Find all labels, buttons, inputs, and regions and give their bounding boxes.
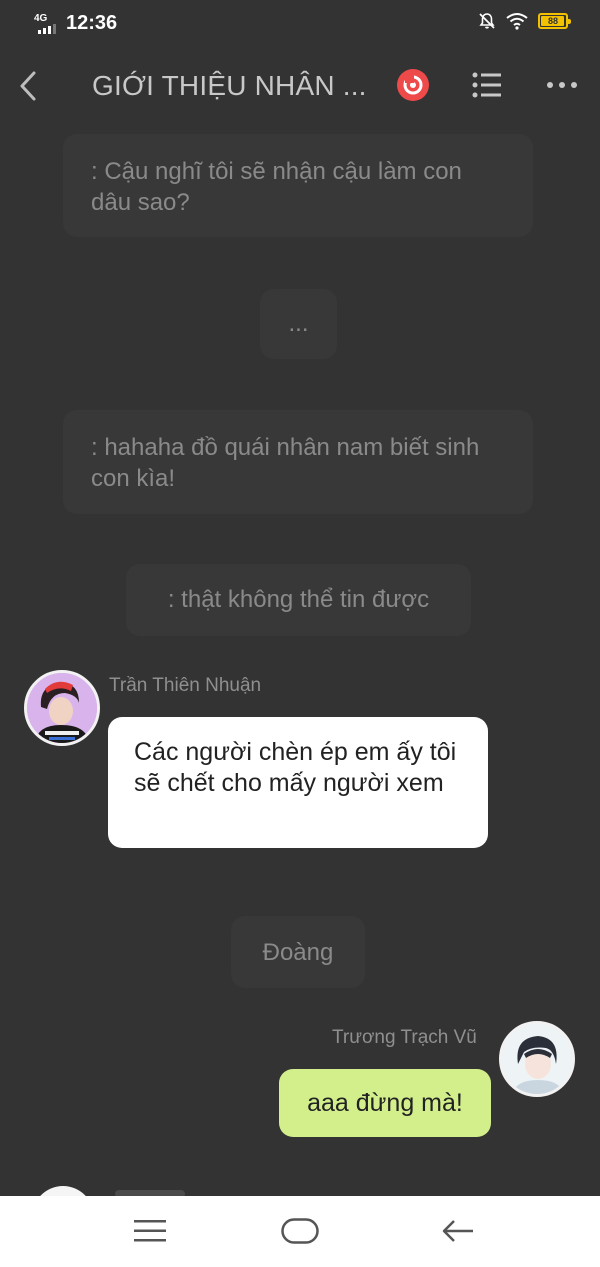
status-bar: 4G 12:36 88 bbox=[0, 0, 600, 48]
top-bar: GIỚI THIỆU NHÂN ... bbox=[0, 48, 600, 122]
narration-bubble: ... bbox=[260, 289, 337, 359]
narration-bubble: : hahaha đồ quái nhân nam biết sinh con … bbox=[63, 410, 533, 514]
more-button[interactable] bbox=[542, 68, 582, 102]
narration-text: ... bbox=[288, 310, 309, 337]
character-portrait bbox=[27, 673, 97, 743]
status-time: 12:36 bbox=[66, 12, 118, 34]
narration-text: : hahaha đồ quái nhân nam biết sinh con … bbox=[91, 434, 480, 492]
menu-icon bbox=[134, 1220, 166, 1242]
character-name: Trương Trạch Vũ bbox=[332, 1027, 477, 1048]
narration-bubble: Đoàng bbox=[231, 916, 365, 988]
back-arrow-icon bbox=[442, 1220, 473, 1242]
narration-bubble: : Cậu nghĩ tôi sẽ nhận cậu làm con dâu s… bbox=[63, 134, 533, 237]
status-left: 4G 12:36 bbox=[34, 12, 117, 35]
page-title: GIỚI THIỆU NHÂN ... bbox=[92, 70, 367, 101]
back-icon bbox=[20, 71, 36, 101]
message-text: aaa đừng mà! bbox=[307, 1089, 463, 1117]
menu-button[interactable] bbox=[120, 1206, 180, 1256]
home-button[interactable] bbox=[270, 1206, 330, 1256]
character-message-bubble: Các người chèn ép em ấy tôi sẽ chết cho … bbox=[108, 717, 488, 848]
system-nav-bar bbox=[0, 1196, 600, 1267]
avatar[interactable] bbox=[24, 670, 100, 746]
network-type: 4G bbox=[34, 12, 48, 24]
wifi-icon bbox=[506, 13, 528, 30]
signal-icon: 4G bbox=[34, 13, 60, 35]
back-button[interactable] bbox=[10, 66, 46, 106]
narration-text: : thật không thể tin được bbox=[167, 586, 430, 613]
character-portrait bbox=[502, 1024, 572, 1094]
home-icon bbox=[281, 1218, 319, 1244]
view-mode-button[interactable] bbox=[396, 68, 430, 102]
narration-text: Đoàng bbox=[262, 939, 334, 966]
narration-bubble: : thật không thể tin được bbox=[126, 564, 471, 636]
status-right: 88 bbox=[478, 12, 571, 30]
list-icon bbox=[472, 72, 501, 98]
narration-text: : Cậu nghĩ tôi sẽ nhận cậu làm con dâu s… bbox=[91, 158, 462, 216]
chapter-list-button[interactable] bbox=[470, 68, 504, 102]
system-back-button[interactable] bbox=[428, 1206, 488, 1256]
eye-icon bbox=[397, 69, 429, 101]
character-name: Trần Thiên Nhuận bbox=[109, 675, 262, 696]
avatar[interactable] bbox=[499, 1021, 575, 1097]
more-icon bbox=[547, 82, 577, 88]
message-text: Các người chèn ép em ấy tôi sẽ chết cho … bbox=[134, 738, 457, 797]
battery-icon: 88 bbox=[538, 13, 571, 29]
character-message-bubble: aaa đừng mà! bbox=[279, 1069, 491, 1137]
mute-icon bbox=[479, 13, 495, 29]
battery-level: 88 bbox=[547, 16, 558, 26]
